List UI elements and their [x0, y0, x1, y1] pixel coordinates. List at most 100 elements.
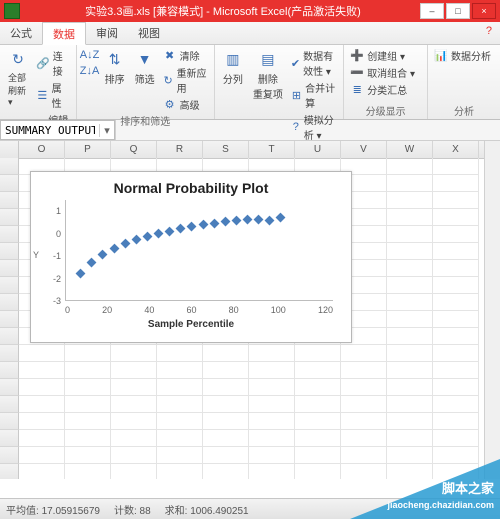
properties-button[interactable]: ☰属性 [36, 79, 70, 111]
cell[interactable] [65, 362, 111, 379]
data-analysis-button[interactable]: 📊数据分析 [434, 47, 491, 64]
cell[interactable] [433, 294, 479, 311]
cell[interactable] [433, 226, 479, 243]
tab-view[interactable]: 视图 [128, 22, 170, 44]
row-header[interactable] [0, 379, 19, 396]
cell[interactable] [19, 379, 65, 396]
cell[interactable] [65, 413, 111, 430]
cell[interactable] [65, 430, 111, 447]
cell[interactable] [65, 447, 111, 464]
cell[interactable] [295, 396, 341, 413]
cell[interactable] [295, 447, 341, 464]
cell[interactable] [19, 430, 65, 447]
group-button[interactable]: ➕创建组 ▾ [350, 47, 415, 64]
tab-formulas[interactable]: 公式 [0, 22, 42, 44]
cell[interactable] [433, 328, 479, 345]
worksheet-grid[interactable]: O P Q R S T U V W X Normal Probability P… [0, 141, 500, 479]
cell[interactable] [433, 413, 479, 430]
cell[interactable] [433, 260, 479, 277]
cell[interactable] [387, 362, 433, 379]
cell[interactable] [249, 447, 295, 464]
cell[interactable] [341, 345, 387, 362]
cell[interactable] [341, 430, 387, 447]
cell[interactable] [387, 413, 433, 430]
select-all[interactable] [0, 141, 19, 158]
cell[interactable] [295, 379, 341, 396]
filter-button[interactable]: ▼筛选 [133, 47, 157, 88]
col-header[interactable]: Q [111, 141, 157, 158]
close-button[interactable]: × [472, 3, 496, 19]
cell[interactable] [249, 379, 295, 396]
cell[interactable] [295, 345, 341, 362]
cell[interactable] [203, 464, 249, 479]
cell[interactable] [157, 430, 203, 447]
name-box-dropdown[interactable]: ▾ [99, 124, 114, 137]
cell[interactable] [65, 396, 111, 413]
cell[interactable] [111, 447, 157, 464]
cell[interactable] [111, 430, 157, 447]
cell[interactable] [387, 192, 433, 209]
cell[interactable] [249, 362, 295, 379]
cell[interactable] [249, 345, 295, 362]
cell[interactable] [387, 243, 433, 260]
cell[interactable] [19, 447, 65, 464]
cell[interactable] [433, 277, 479, 294]
row-header[interactable] [0, 447, 19, 464]
cell[interactable] [433, 243, 479, 260]
cell[interactable] [249, 396, 295, 413]
cell[interactable] [203, 430, 249, 447]
col-header[interactable]: O [19, 141, 65, 158]
clear-button[interactable]: ✖清除 [163, 47, 208, 64]
cell[interactable] [433, 175, 479, 192]
data-validation-button[interactable]: ✔数据有效性 ▾ [291, 47, 337, 79]
connections-button[interactable]: 🔗连接 [36, 47, 70, 79]
cell[interactable] [387, 209, 433, 226]
cell[interactable] [387, 430, 433, 447]
ungroup-button[interactable]: ➖取消组合 ▾ [350, 64, 415, 81]
cell[interactable] [433, 396, 479, 413]
tab-review[interactable]: 审阅 [86, 22, 128, 44]
cell[interactable] [387, 260, 433, 277]
cell[interactable] [341, 396, 387, 413]
row-header[interactable] [0, 464, 19, 479]
name-box[interactable]: ▾ [0, 120, 115, 140]
col-header[interactable]: T [249, 141, 295, 158]
cell[interactable] [387, 328, 433, 345]
row-header[interactable] [0, 277, 19, 294]
subtotal-button[interactable]: ≣分类汇总 [350, 81, 415, 98]
name-box-input[interactable] [1, 124, 99, 137]
cell[interactable] [433, 345, 479, 362]
cell[interactable] [433, 192, 479, 209]
cell[interactable] [295, 430, 341, 447]
tab-data[interactable]: 数据 [42, 22, 86, 45]
cell[interactable] [387, 379, 433, 396]
help-button[interactable]: ? [478, 22, 500, 44]
minimize-button[interactable]: – [420, 3, 444, 19]
sort-za-button[interactable]: Z↓A [83, 63, 97, 79]
row-header[interactable] [0, 209, 19, 226]
cell[interactable] [341, 379, 387, 396]
cell[interactable] [295, 464, 341, 479]
cell[interactable] [111, 362, 157, 379]
cell[interactable] [19, 396, 65, 413]
cell[interactable] [295, 362, 341, 379]
cell[interactable] [249, 413, 295, 430]
cell[interactable] [387, 226, 433, 243]
cell[interactable] [249, 430, 295, 447]
cell[interactable] [433, 311, 479, 328]
row-header[interactable] [0, 328, 19, 345]
cell[interactable] [203, 345, 249, 362]
cell[interactable] [65, 345, 111, 362]
row-header[interactable] [0, 396, 19, 413]
cell[interactable] [387, 345, 433, 362]
cell[interactable] [157, 379, 203, 396]
cell[interactable] [157, 345, 203, 362]
cell[interactable] [19, 362, 65, 379]
cell[interactable] [111, 345, 157, 362]
cell[interactable] [341, 464, 387, 479]
cell[interactable] [433, 464, 479, 479]
col-header[interactable]: X [433, 141, 479, 158]
cell[interactable] [19, 413, 65, 430]
row-header[interactable] [0, 413, 19, 430]
cell[interactable] [387, 158, 433, 175]
